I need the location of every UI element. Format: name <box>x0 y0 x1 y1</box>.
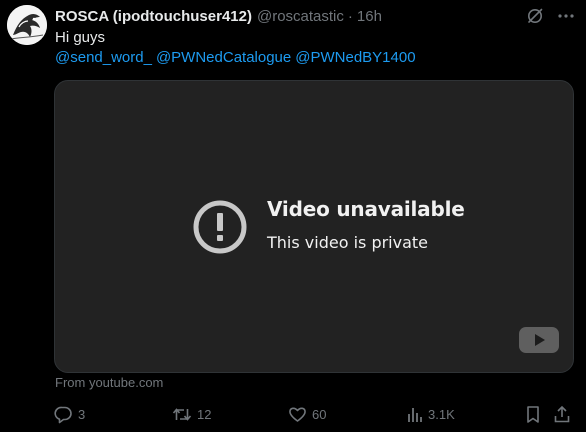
repost-icon <box>172 405 192 424</box>
tweet-time[interactable]: 16h <box>357 8 382 25</box>
repost-button[interactable]: 12 <box>172 403 211 425</box>
video-source[interactable]: From youtube.com <box>55 375 163 390</box>
video-error-title: Video unavailable <box>267 197 465 221</box>
avatar[interactable] <box>7 5 47 45</box>
tweet[interactable]: ROSCA (ipodtouchuser412) @roscatastic · … <box>0 0 586 432</box>
mention-link[interactable]: @send_word_ <box>55 49 152 66</box>
action-bar: 3 12 60 3.1K <box>0 403 586 425</box>
share-icon <box>553 405 571 424</box>
tweet-text: Hi guys <box>55 29 106 46</box>
like-icon <box>288 405 307 424</box>
mention-link[interactable]: @PWNedCatalogue <box>156 49 291 66</box>
user-handle[interactable]: @roscatastic <box>257 8 344 25</box>
views-icon <box>407 405 423 423</box>
video-embed[interactable]: Video unavailable This video is private <box>54 80 574 373</box>
like-button[interactable]: 60 <box>288 403 326 425</box>
more-options-icon[interactable] <box>556 6 576 26</box>
views-button[interactable]: 3.1K <box>407 403 455 425</box>
views-count: 3.1K <box>428 406 455 422</box>
avatar-illustration <box>7 5 47 45</box>
like-count: 60 <box>312 406 327 422</box>
grok-icon[interactable] <box>525 6 545 26</box>
separator-dot: · <box>347 7 353 25</box>
tweet-mentions: @send_word_ @PWNedCatalogue @PWNedBY1400 <box>55 48 420 68</box>
mention-link[interactable]: @PWNedBY1400 <box>295 49 415 66</box>
tweet-header: ROSCA (ipodtouchuser412) @roscatastic · … <box>55 6 382 26</box>
video-error-message: This video is private <box>267 233 429 252</box>
repost-count: 12 <box>197 406 212 422</box>
bookmark-icon <box>524 405 542 424</box>
share-button[interactable] <box>553 403 571 425</box>
reply-count: 3 <box>78 406 86 422</box>
display-name[interactable]: ROSCA (ipodtouchuser412) <box>55 8 252 25</box>
reply-icon <box>54 405 73 424</box>
error-icon <box>192 199 248 255</box>
youtube-icon[interactable] <box>518 326 560 354</box>
reply-button[interactable]: 3 <box>54 403 85 425</box>
bookmark-button[interactable] <box>524 403 542 425</box>
